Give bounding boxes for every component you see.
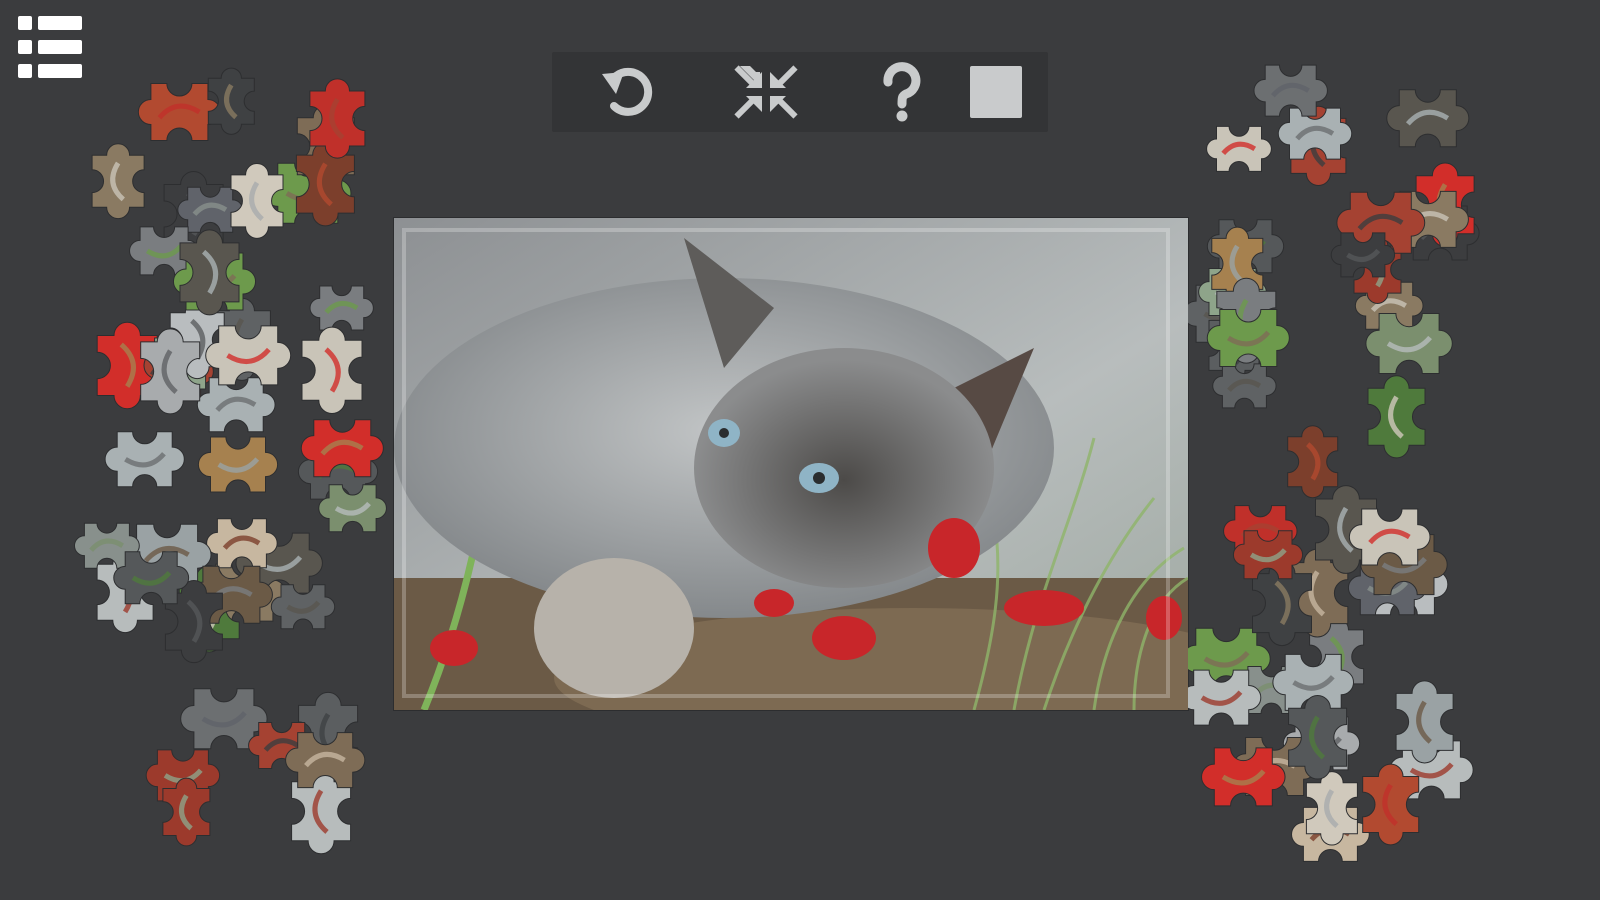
puzzle-piece[interactable] (1287, 425, 1339, 499)
question-mark-icon (883, 62, 921, 122)
puzzle-piece[interactable] (91, 143, 145, 220)
undo-icon (602, 67, 653, 116)
puzzle-piece[interactable] (1362, 763, 1420, 846)
piece-tray-right-canvas (1188, 64, 1480, 862)
piece-tray-right (1188, 0, 1600, 900)
collapse-arrows-icon (734, 65, 798, 119)
piece-tray-left (0, 0, 394, 900)
puzzle-board[interactable] (394, 218, 1188, 710)
puzzle-piece[interactable] (301, 326, 363, 414)
undo-button[interactable] (594, 60, 658, 124)
puzzle-piece[interactable] (1367, 375, 1426, 459)
puzzle-piece[interactable] (196, 377, 276, 433)
preview-button[interactable] (964, 60, 1028, 124)
puzzle-image (394, 218, 1188, 710)
help-button[interactable] (870, 60, 934, 124)
puzzle-piece[interactable] (1395, 680, 1454, 764)
square-icon (970, 66, 1022, 118)
puzzle-piece[interactable] (309, 285, 374, 331)
puzzle-piece[interactable] (162, 777, 211, 847)
collapse-button[interactable] (734, 60, 798, 124)
puzzle-piece[interactable] (1386, 89, 1470, 148)
toolbar (552, 52, 1048, 132)
puzzle-piece[interactable] (197, 436, 279, 493)
puzzle-piece[interactable] (1206, 125, 1272, 172)
puzzle-piece[interactable] (104, 431, 185, 488)
piece-tray-left-canvas (74, 67, 387, 855)
